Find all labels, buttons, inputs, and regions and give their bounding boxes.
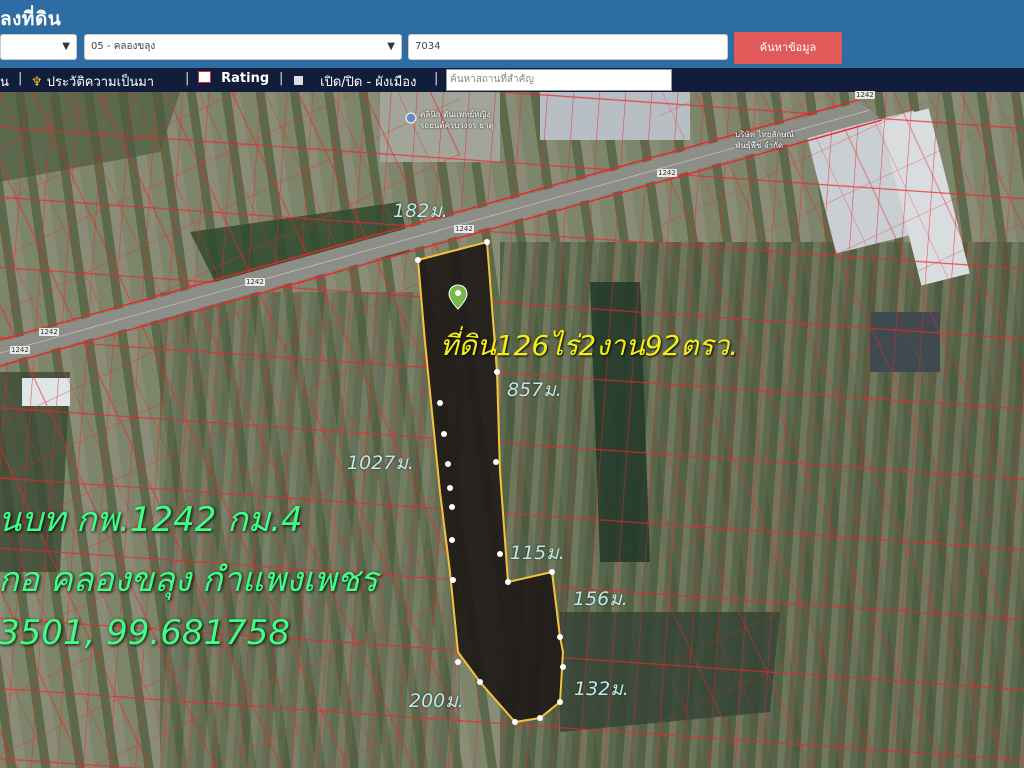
toolbar-separator: |	[434, 71, 439, 86]
parcel-number-value: 7034	[415, 41, 441, 52]
road-number: 1242	[39, 328, 59, 336]
search-button[interactable]: ค้นหาข้อมูล	[734, 32, 842, 64]
history-icon: ♆	[31, 75, 43, 90]
road-number: 1242	[657, 169, 677, 177]
toolbar-item-history[interactable]: ♆ ประวัติความเป็นมา	[31, 71, 154, 92]
landmark-search-input[interactable]: ค้นหาสถานที่สำคัญ	[446, 69, 672, 91]
road-number: 1242	[10, 346, 30, 354]
satellite-map[interactable]: 1242 1242 1242 1242 1242 1242 คลินิก ตัน…	[0, 91, 1024, 768]
toolbar-separator: |	[185, 71, 190, 86]
district-select-value: 05 - คลองขลุง	[91, 41, 156, 52]
page-title: ลงที่ดิน	[0, 8, 62, 30]
chevron-down-icon: ▼	[62, 41, 70, 52]
distance-label-south-east: 132ม.	[574, 678, 629, 700]
map-canvas	[0, 92, 1024, 768]
location-info-coordinates: 3501, 99.681758	[0, 613, 291, 653]
rating-icon	[198, 71, 211, 83]
rating-label: Rating	[221, 71, 270, 86]
parcel-number-input[interactable]: 7034	[408, 34, 728, 60]
zoning-toggle-icon	[294, 76, 303, 85]
chevron-down-icon: ▼	[387, 41, 395, 52]
poi-label: พันธุ์พืช จำกัด	[735, 141, 784, 150]
distance-label-east-lower: 156ม.	[573, 588, 628, 610]
road-number: 1242	[454, 225, 474, 233]
land-parcel-viewer: ลงที่ดิน ▼ 05 - คลองขลุง ▼ 7034 ค้นหาข้อ…	[0, 0, 1024, 768]
distance-label-step: 115ม.	[510, 542, 565, 564]
distance-label-east-upper: 857ม.	[507, 379, 562, 401]
province-select[interactable]: ▼	[0, 34, 77, 60]
zoning-label: เปิด/ปิด - ผังเมือง	[320, 75, 417, 90]
header-bar: ลงที่ดิน ▼ 05 - คลองขลุง ▼ 7034 ค้นหาข้อ…	[0, 0, 1024, 68]
location-info-district: กอ คลองขลุง กำแพงเพชร	[0, 560, 378, 600]
toolbar-separator: |	[279, 71, 284, 86]
toolbar-item-info[interactable]: น	[0, 71, 9, 92]
toolbar-separator: |	[18, 71, 23, 86]
district-select[interactable]: 05 - คลองขลุง ▼	[84, 34, 402, 60]
poi-label: รถยนต์ครบวงจร ธาตุ	[420, 121, 494, 130]
distance-label-west: 1027ม.	[347, 452, 414, 474]
area-label: ที่ดิน126ไร่2งาน92ตรว.	[440, 329, 739, 362]
distance-label-top: 182ม.	[393, 200, 448, 222]
toolbar-item-rating[interactable]: Rating	[198, 71, 269, 86]
toolbar-item-zoning[interactable]: เปิด/ปิด - ผังเมือง	[294, 71, 416, 92]
road-number: 1242	[245, 278, 265, 286]
toolbar: น | ♆ ประวัติความเป็นมา | Rating | เปิด/…	[0, 68, 1024, 92]
road-number: 1242	[855, 91, 875, 99]
history-label: ประวัติความเป็นมา	[46, 75, 155, 90]
location-info-road: นบท กพ.1242 กม.4	[0, 500, 303, 540]
distance-label-south-west: 200ม.	[409, 690, 464, 712]
poi-pin-icon[interactable]	[405, 112, 417, 124]
